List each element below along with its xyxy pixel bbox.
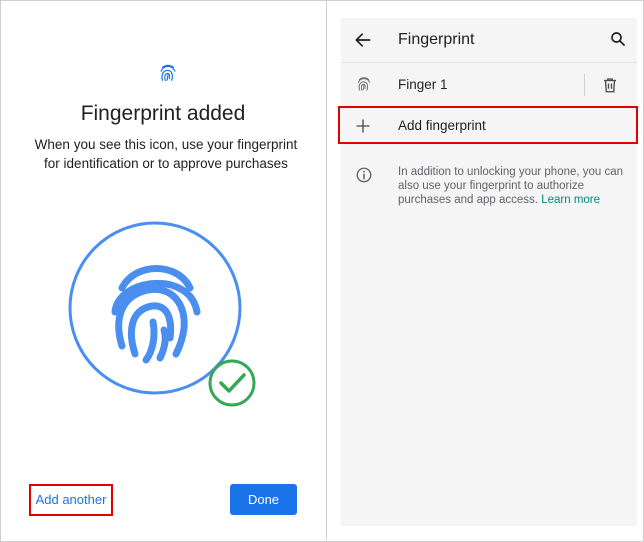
search-icon[interactable] — [609, 30, 627, 48]
fingerprint-settings-screen: Fingerprint Finger 1 Add fingerprint In … — [338, 18, 638, 526]
back-arrow-icon[interactable] — [353, 30, 373, 50]
add-fingerprint-label: Add fingerprint — [398, 118, 486, 133]
done-button[interactable]: Done — [230, 484, 297, 515]
add-another-button[interactable]: Add another — [29, 484, 113, 516]
add-fingerprint-button[interactable]: Add fingerprint — [338, 106, 638, 144]
trash-icon[interactable] — [601, 75, 619, 95]
fingerprint-added-screen: Fingerprint added When you see this icon… — [0, 0, 326, 540]
fingerprint-icon — [160, 64, 176, 81]
fingerprint-name: Finger 1 — [398, 77, 448, 92]
learn-more-link[interactable]: Learn more — [541, 194, 600, 206]
info-description: In addition to unlocking your phone, you… — [398, 165, 628, 207]
plus-icon — [356, 119, 370, 133]
app-bar: Fingerprint — [341, 18, 637, 63]
check-circle-icon — [208, 359, 256, 407]
page-title: Fingerprint added — [80, 102, 246, 125]
fingerprint-icon — [357, 77, 371, 91]
fingerprint-illustration — [68, 221, 256, 407]
info-icon — [356, 167, 372, 183]
row-divider — [584, 74, 585, 96]
page-description: When you see this icon, use your fingerp… — [34, 137, 298, 171]
app-bar-title: Fingerprint — [398, 31, 475, 48]
fingerprint-icon — [111, 265, 201, 364]
fingerprint-list-item[interactable]: Finger 1 — [341, 66, 637, 104]
panel-divider — [326, 0, 327, 540]
